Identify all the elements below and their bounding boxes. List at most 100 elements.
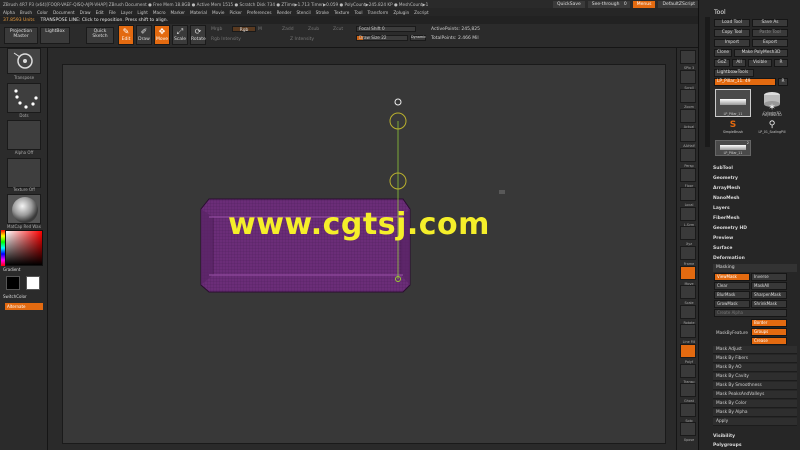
zsub-toggle[interactable]: Zsub	[308, 27, 319, 32]
menu-marker[interactable]: Marker	[171, 10, 185, 15]
menu-preferences[interactable]: Preferences	[247, 10, 272, 15]
edit-button[interactable]: ✎ Edit	[118, 25, 134, 45]
current-tool-slider[interactable]: LP_Pillar_11. 49	[714, 78, 776, 86]
mask-item-mask-peaksandvalleys[interactable]: Mask PeaksAndValleys	[713, 391, 797, 399]
menu-stroke[interactable]: Stroke	[316, 10, 329, 15]
gradient-label[interactable]: Gradient	[3, 267, 43, 272]
z-intensity-slider[interactable]: Z Intensity	[290, 37, 314, 42]
mask-item-mask-by-color[interactable]: Mask By Color	[713, 400, 797, 408]
shelf-transp-button[interactable]: Transp	[680, 363, 696, 384]
section-fibermesh[interactable]: FiberMesh	[713, 216, 797, 221]
menu-light[interactable]: Light	[137, 10, 147, 15]
draw-size-slider[interactable]: Draw Size 22	[356, 35, 408, 41]
import-button[interactable]: Import	[714, 39, 750, 47]
masking-header[interactable]: Masking	[713, 264, 797, 272]
menus-button[interactable]: Menus	[632, 0, 656, 8]
m-toggle[interactable]: M	[258, 27, 262, 32]
menu-brush[interactable]: Brush	[20, 10, 32, 15]
zcut-toggle[interactable]: Zcut	[333, 27, 343, 32]
material-thumbnail[interactable]	[7, 194, 41, 224]
tool-thumb-scaling-pill[interactable]: ⚲ LP_01_ScalingPill	[755, 120, 789, 138]
r2-button[interactable]: R	[778, 78, 788, 86]
projection-master-button[interactable]: Projection Master	[4, 27, 38, 44]
texture-thumbnail[interactable]	[7, 158, 41, 188]
shelf-floor-button[interactable]: Floor	[680, 167, 696, 188]
load-tool-button[interactable]: Load Tool	[714, 19, 750, 27]
shelf-scale-button[interactable]: Scale	[680, 285, 696, 305]
see-through-slider[interactable]: See-through 0	[587, 0, 630, 8]
menu-transform[interactable]: Transform	[367, 10, 388, 15]
shelf-xpose-button[interactable]: Xpose	[680, 422, 696, 442]
all-button[interactable]: All	[732, 59, 746, 67]
mask-item-mask-by-alpha[interactable]: Mask By Alpha	[713, 409, 797, 417]
menu-draw[interactable]: Draw	[80, 10, 91, 15]
shelf-line-fill-button[interactable]: Line Fill	[680, 324, 696, 344]
shelf-l-sym-button[interactable]: L.Sym	[680, 206, 696, 227]
lightbox-button[interactable]: LightBox	[40, 27, 70, 44]
quick-sketch-button[interactable]: Quick Sketch	[86, 27, 114, 44]
menu-layer[interactable]: Layer	[121, 10, 133, 15]
sharpenmask-button[interactable]: SharpenMask	[751, 291, 787, 299]
clone-button[interactable]: Clone	[714, 49, 732, 57]
scale-button[interactable]: ⤢ Scale	[172, 25, 188, 45]
brush-thumbnail[interactable]	[7, 48, 41, 74]
shelf-frame-button[interactable]: Frame	[680, 246, 696, 266]
quicksave-button[interactable]: QuickSave	[553, 0, 585, 8]
menu-stencil[interactable]: Stencil	[296, 10, 310, 15]
menu-zplugin[interactable]: Zplugin	[393, 10, 409, 15]
rgb-intensity-slider[interactable]: Rgb Intensity	[211, 37, 241, 42]
alpha-thumbnail[interactable]	[7, 120, 41, 150]
make-polymesh-button[interactable]: Make PolyMesh3D	[734, 49, 788, 57]
growmask-button[interactable]: GrowMask	[714, 300, 750, 308]
menu-picker[interactable]: Picker	[229, 10, 241, 15]
tool-thumb-simplebrush[interactable]: S SimpleBrush	[715, 120, 751, 138]
menu-render[interactable]: Render	[277, 10, 292, 15]
lightbox-tools-button[interactable]: Lightbox▸Tools	[714, 69, 754, 77]
section-arraymesh[interactable]: ArrayMesh	[713, 186, 797, 191]
shelf-rotate-button[interactable]: Rotate	[680, 304, 696, 325]
shelf-scroll-button[interactable]: Scroll	[680, 69, 696, 90]
mask-item-mask-by-ao[interactable]: Mask By AO	[713, 364, 797, 372]
menu-zscript[interactable]: Zscript	[414, 10, 429, 15]
save-as-button[interactable]: Save As	[752, 19, 788, 27]
rgb-toggle[interactable]: Rgb	[232, 26, 256, 33]
menu-tool[interactable]: Tool	[354, 10, 362, 15]
mask-item-mask-by-cavity[interactable]: Mask By Cavity	[713, 373, 797, 381]
move-button[interactable]: ✥ Move	[154, 25, 170, 45]
section-surface[interactable]: Surface	[713, 246, 797, 251]
secondary-color-swatch[interactable]	[26, 276, 40, 290]
shelf-aahalf-button[interactable]: AAHalf	[680, 128, 696, 148]
paste-tool-button[interactable]: Paste Tool	[752, 29, 788, 37]
blurmask-button[interactable]: BlurMask	[714, 291, 750, 299]
border-button[interactable]: Border	[751, 319, 787, 327]
transpose-end-point[interactable]	[394, 98, 402, 106]
shelf-actual-button[interactable]: Actual	[680, 108, 696, 129]
menu-movie[interactable]: Movie	[212, 10, 224, 15]
shelf-local-button[interactable]: Local	[680, 187, 696, 207]
section-nanomesh[interactable]: NanoMesh	[713, 196, 797, 201]
shelf-polyf-button[interactable]: Polyf	[680, 344, 696, 364]
maskbyfeature-label[interactable]: MaskByFeature	[716, 330, 748, 335]
section-subtool[interactable]: SubTool	[713, 166, 797, 171]
switchcolor-button[interactable]: SwitchColor	[3, 294, 43, 299]
groups-button[interactable]: Groups	[751, 328, 787, 336]
mask-item-apply[interactable]: Apply	[713, 418, 797, 426]
mask-item-mask-adjust[interactable]: Mask Adjust	[713, 346, 797, 354]
shelf-solo-button[interactable]: Solo	[680, 402, 696, 423]
menu-color[interactable]: Color	[37, 10, 48, 15]
mask-item-mask-by-smoothness[interactable]: Mask By Smoothness	[713, 382, 797, 390]
menu-alpha[interactable]: Alpha	[3, 10, 15, 15]
tool-thumb-lp-pillar[interactable]: LP_Pillar_11	[715, 89, 751, 117]
section-polygroups[interactable]: Polygroups	[713, 443, 797, 448]
section-visibility[interactable]: Visibility	[713, 434, 797, 439]
rotate-button[interactable]: ⟳ Rotate	[190, 25, 206, 45]
tool-thumb-polymesh[interactable]: ✶ PolyMesh3D	[755, 104, 789, 120]
tool-scrollbar[interactable]	[705, 17, 710, 147]
menu-texture[interactable]: Texture	[334, 10, 349, 15]
zadd-toggle[interactable]: Zadd	[282, 27, 294, 32]
clear-button[interactable]: Clear	[714, 282, 750, 290]
menu-document[interactable]: Document	[53, 10, 75, 15]
viewmask-button[interactable]: ViewMask	[714, 273, 750, 281]
shrinkmask-button[interactable]: ShrinkMask	[751, 300, 787, 308]
inverse-button[interactable]: Inverse	[751, 273, 787, 281]
